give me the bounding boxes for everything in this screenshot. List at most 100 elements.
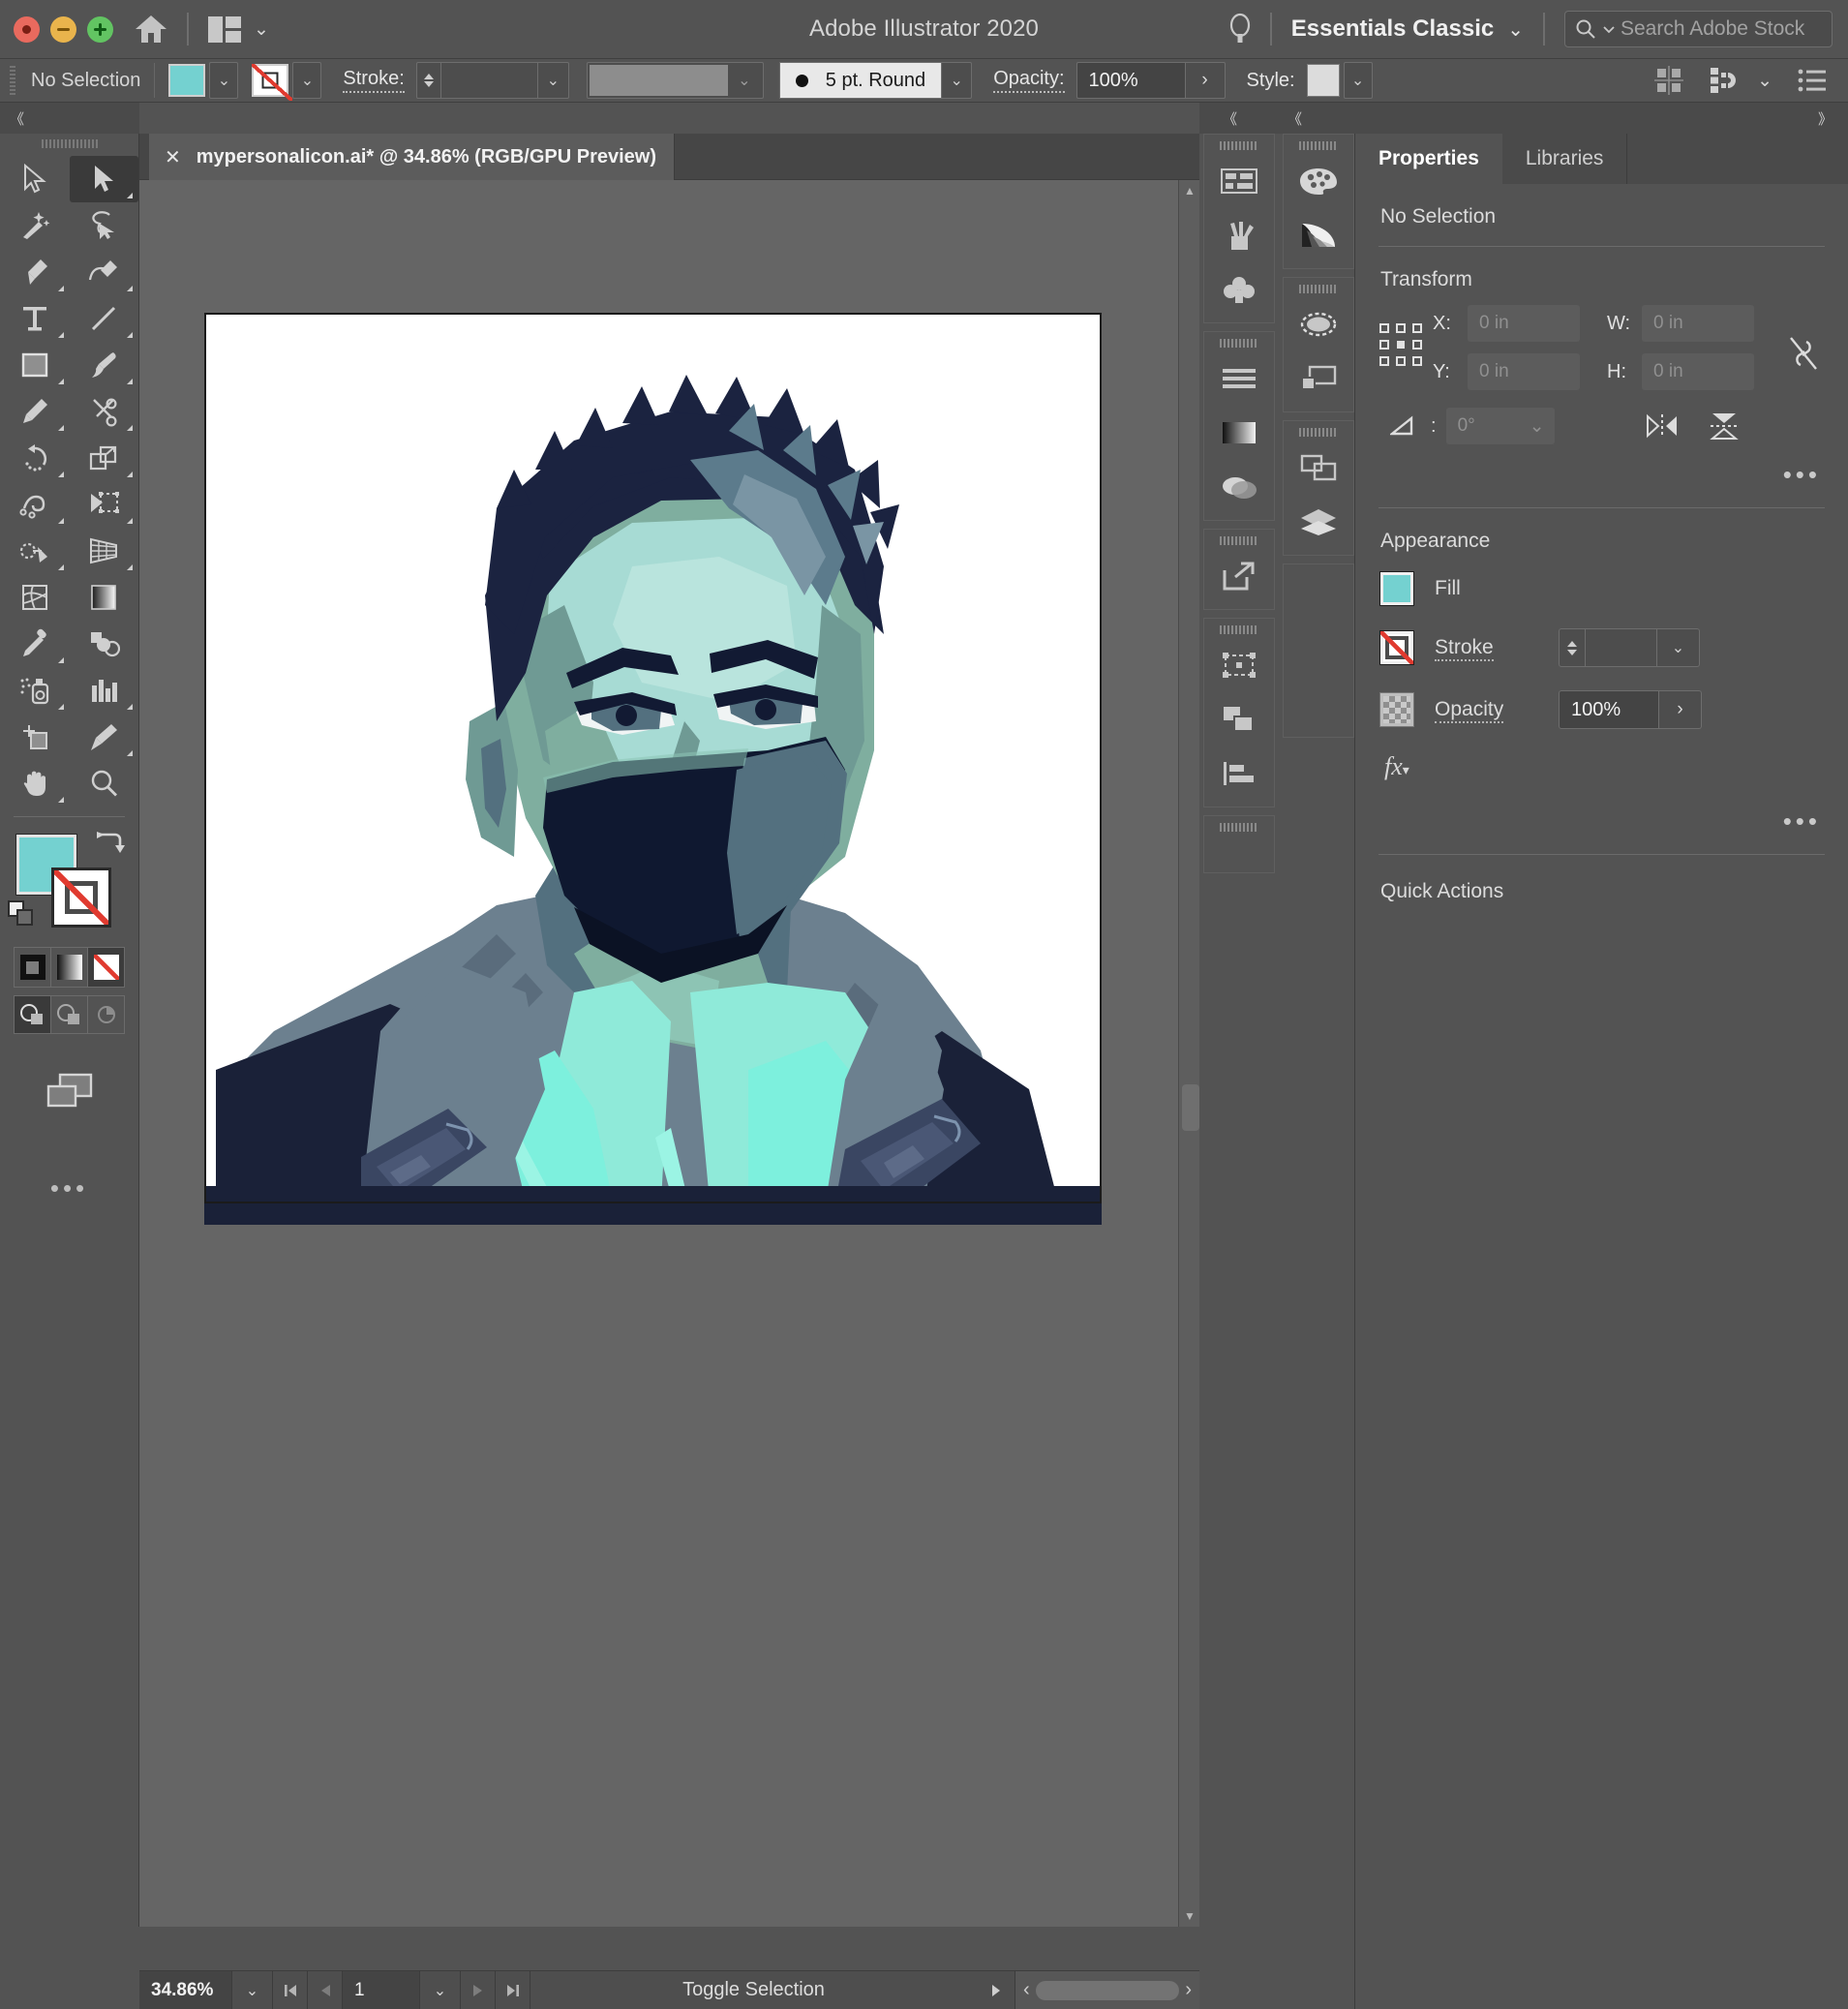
home-icon[interactable] xyxy=(135,14,167,45)
stroke-profile-chevron-icon[interactable]: ⌄ xyxy=(728,71,761,90)
curvature-tool[interactable] xyxy=(70,249,139,295)
rotate-tool[interactable] xyxy=(0,435,70,481)
column-graph-tool[interactable] xyxy=(70,667,139,714)
eyedropper-tool[interactable] xyxy=(0,621,70,667)
transform-w-input[interactable]: 0 in xyxy=(1642,305,1754,342)
opacity-expand-icon[interactable]: › xyxy=(1184,62,1226,99)
color-guide-panel-icon[interactable] xyxy=(1284,208,1353,262)
appearance-stroke-weight-input[interactable] xyxy=(1586,628,1657,667)
control-bar-gripper[interactable] xyxy=(10,66,15,95)
appearance-stroke-weight-control[interactable]: ⌄ xyxy=(1559,628,1700,667)
symbol-sprayer-tool[interactable] xyxy=(0,667,70,714)
appearance-stroke-chevron-icon[interactable]: ⌄ xyxy=(1657,628,1700,667)
appearance-fill-swatch[interactable] xyxy=(1379,571,1414,606)
draw-behind[interactable] xyxy=(51,996,88,1033)
perspective-grid-tool[interactable] xyxy=(70,528,139,574)
page-number-chevron-icon[interactable]: ⌄ xyxy=(420,1970,461,2009)
fill-swatch[interactable] xyxy=(168,64,206,97)
pathfinder-panel-icon[interactable] xyxy=(1284,351,1353,406)
appearance-panel-icon[interactable] xyxy=(1284,297,1353,351)
canvas-area[interactable] xyxy=(139,180,1199,1927)
rail-gripper[interactable] xyxy=(1220,141,1258,150)
draw-normal[interactable] xyxy=(15,996,51,1033)
rotate-angle-input[interactable]: 0° ⌄ xyxy=(1445,408,1555,444)
free-transform-tool[interactable] xyxy=(70,481,139,528)
brush-definition-chevron-icon[interactable]: ⌄ xyxy=(941,62,973,99)
scroll-left-icon[interactable]: ‹ xyxy=(1023,1979,1030,2001)
rail-gripper[interactable] xyxy=(1299,285,1338,293)
document-setup-icon[interactable] xyxy=(1798,68,1827,93)
line-segment-tool[interactable] xyxy=(70,295,139,342)
brush-definition-control[interactable]: 5 pt. Round ⌄ xyxy=(778,62,973,99)
symbols-panel-icon[interactable] xyxy=(1204,262,1274,317)
selection-tool[interactable] xyxy=(0,156,70,202)
page-number-input[interactable]: 1 xyxy=(343,1970,420,2009)
appearance-opacity-swatch[interactable] xyxy=(1379,692,1414,727)
next-page-icon[interactable] xyxy=(461,1970,496,2009)
rectangle-tool[interactable] xyxy=(0,342,70,388)
lightbulb-icon[interactable] xyxy=(1229,13,1251,46)
swap-fill-stroke-icon[interactable] xyxy=(96,831,125,861)
transparency-panel-icon[interactable] xyxy=(1204,460,1274,514)
first-page-icon[interactable] xyxy=(273,1970,308,2009)
graphic-style-control[interactable]: ⌄ xyxy=(1306,62,1373,99)
document-tab[interactable]: ✕ mypersonalicon.ai* @ 34.86% (RGB/GPU P… xyxy=(149,134,675,180)
artboard-tool-panel-icon[interactable] xyxy=(1204,638,1274,692)
scroll-down-icon[interactable]: ▼ xyxy=(1179,1905,1200,1927)
color-mode-none[interactable] xyxy=(88,948,124,987)
rail-gripper[interactable] xyxy=(1220,625,1258,634)
dock-expand-button[interactable]: 》 xyxy=(1354,103,1848,134)
shape-builder-tool[interactable] xyxy=(0,528,70,574)
stroke-weight-control[interactable]: ⌄ xyxy=(415,62,569,99)
artboards-list-icon[interactable] xyxy=(1284,441,1353,495)
stroke-weight-chevron-icon[interactable]: ⌄ xyxy=(537,62,569,99)
gradient-panel-icon[interactable] xyxy=(1204,406,1274,460)
flip-horizontal-icon[interactable] xyxy=(1646,413,1679,439)
blend-tool[interactable] xyxy=(70,621,139,667)
stroke-weight-input[interactable] xyxy=(440,62,538,99)
artboards-panel-icon[interactable] xyxy=(1204,154,1274,208)
pen-tool[interactable] xyxy=(0,249,70,295)
zoom-level-chevron-icon[interactable]: ⌄ xyxy=(232,1970,273,2009)
artboard[interactable] xyxy=(204,313,1102,1203)
stroke-weight-label[interactable]: Stroke: xyxy=(343,68,405,93)
snap-to-glyph-icon[interactable] xyxy=(1709,66,1742,95)
stroke-swatch-none-icon[interactable] xyxy=(252,64,293,101)
stroke-profile-control[interactable]: ⌄ xyxy=(586,62,764,99)
last-page-icon[interactable] xyxy=(496,1970,530,2009)
left-rail-collapse-button[interactable]: 《 《 xyxy=(1199,103,1354,134)
transform-h-input[interactable]: 0 in xyxy=(1642,353,1754,390)
opacity-input[interactable]: 100% xyxy=(1075,62,1185,99)
color-mode-solid[interactable] xyxy=(15,948,51,987)
canvas-vertical-scrollbar[interactable]: ▲ ▼ xyxy=(1178,180,1199,1927)
rail-gripper[interactable] xyxy=(1220,339,1258,348)
add-effect-button[interactable]: fx▾ xyxy=(1355,746,1848,791)
pencil-tool[interactable] xyxy=(0,388,70,435)
rail-gripper[interactable] xyxy=(1299,141,1338,150)
layers-compact-icon[interactable] xyxy=(1204,692,1274,746)
magic-wand-tool[interactable] xyxy=(0,202,70,249)
maximize-button[interactable] xyxy=(87,15,113,43)
prev-page-icon[interactable] xyxy=(308,1970,343,2009)
appearance-opacity-input[interactable]: 100% xyxy=(1559,690,1659,729)
brush-definition-value[interactable]: 5 pt. Round xyxy=(778,62,942,99)
appearance-stroke-stepper[interactable] xyxy=(1559,628,1586,667)
mesh-tool[interactable] xyxy=(0,574,70,621)
color-panel-icon[interactable] xyxy=(1284,154,1353,208)
toolbar-stroke-swatch-none-icon[interactable] xyxy=(51,868,111,928)
tab-libraries[interactable]: Libraries xyxy=(1501,134,1628,184)
graphic-style-swatch[interactable] xyxy=(1306,64,1340,97)
appearance-stroke-swatch-none-icon[interactable] xyxy=(1379,630,1414,665)
scroll-thumb[interactable] xyxy=(1035,1980,1180,2000)
direct-selection-tool[interactable] xyxy=(69,156,138,202)
rail-gripper[interactable] xyxy=(1220,823,1258,832)
slice-tool[interactable] xyxy=(70,714,139,760)
opacity-label[interactable]: Opacity: xyxy=(993,68,1065,93)
layers-panel-icon[interactable] xyxy=(1284,495,1353,549)
appearance-stroke-label[interactable]: Stroke xyxy=(1435,636,1494,661)
status-menu-icon[interactable] xyxy=(977,1970,1015,2009)
width-tool[interactable] xyxy=(0,481,70,528)
right-rail-collapse-icon[interactable]: 《 xyxy=(1288,108,1302,129)
screen-mode-button[interactable] xyxy=(0,1069,138,1115)
stroke-weight-stepper[interactable] xyxy=(415,62,441,99)
